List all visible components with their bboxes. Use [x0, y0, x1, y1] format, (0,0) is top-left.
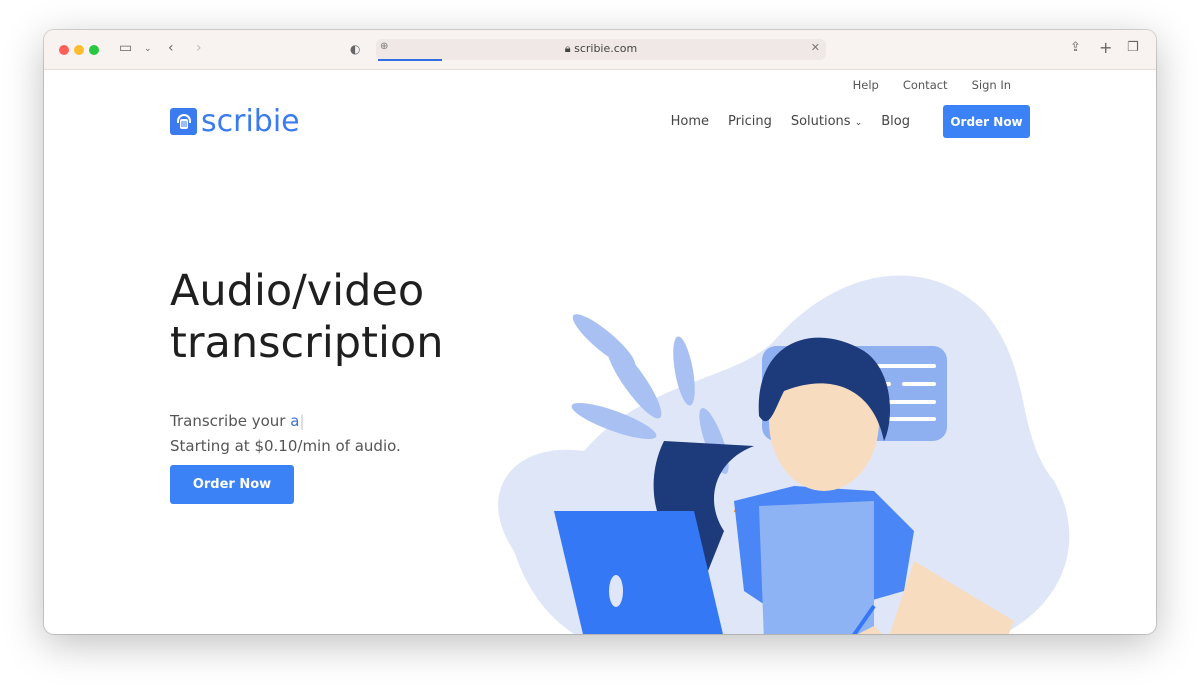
lock-icon: 🔒︎ [564, 42, 571, 55]
logo[interactable]: scribie [170, 104, 300, 139]
close-button[interactable] [59, 45, 69, 55]
top-links: Help Contact Sign In [853, 78, 1011, 92]
price-text: Starting at $0.10/min of audio. [170, 437, 401, 455]
share-icon[interactable]: ⇪ [1070, 40, 1081, 55]
help-link[interactable]: Help [853, 78, 879, 92]
nav-home[interactable]: Home [671, 114, 709, 129]
tabs-icon[interactable]: ❐ [1127, 40, 1139, 55]
sidebar-icon[interactable]: ▭ [119, 40, 132, 56]
sign-in-link[interactable]: Sign In [972, 78, 1011, 92]
cursor-icon: | [299, 412, 305, 430]
chevron-down-icon[interactable]: ⌄ [144, 44, 152, 54]
hero-illustration [498, 275, 1070, 634]
headphones-icon [170, 108, 197, 135]
nav-solutions[interactable]: Solutions ⌄ [791, 114, 862, 129]
contact-link[interactable]: Contact [903, 78, 948, 92]
url-text: scribie.com [574, 42, 638, 55]
new-tab-icon[interactable]: + [1099, 38, 1112, 57]
order-now-hero-button[interactable]: Order Now [170, 465, 294, 504]
browser-toolbar: ▭ ⌄ ‹ › ◐ ⊕ 🔒︎ scribie.com ✕ ⇪ + ❐ [44, 30, 1156, 70]
web-page: Help Contact Sign In scribie Home Pricin… [44, 71, 1156, 634]
nav-pricing[interactable]: Pricing [728, 114, 772, 129]
minimize-button[interactable] [74, 45, 84, 55]
main-nav: Home Pricing Solutions ⌄ Blog Order Now [671, 105, 1030, 138]
forward-icon[interactable]: › [196, 40, 202, 56]
back-icon[interactable]: ‹ [168, 40, 174, 56]
title-line-2: transcription [170, 318, 444, 368]
order-now-nav-button[interactable]: Order Now [943, 105, 1030, 138]
load-progress [378, 59, 442, 61]
zoom-button[interactable] [89, 45, 99, 55]
title-line-1: Audio/video [170, 266, 425, 316]
typed-text: Transcribe your [170, 412, 291, 430]
hero-subtitle: Transcribe your a| Starting at $0.10/min… [170, 409, 401, 459]
logo-text: scribie [201, 104, 300, 139]
nav-solutions-label: Solutions [790, 114, 851, 129]
close-icon[interactable]: ✕ [811, 41, 820, 54]
nav-blog[interactable]: Blog [881, 114, 910, 129]
hero-title: Audio/video transcription [170, 265, 443, 369]
address-bar[interactable]: ⊕ 🔒︎ scribie.com ✕ [376, 39, 826, 61]
chevron-down-icon: ⌄ [854, 118, 863, 128]
browser-window: ▭ ⌄ ‹ › ◐ ⊕ 🔒︎ scribie.com ✕ ⇪ + ❐ Help … [44, 30, 1156, 634]
shield-icon[interactable]: ◐ [350, 42, 360, 56]
